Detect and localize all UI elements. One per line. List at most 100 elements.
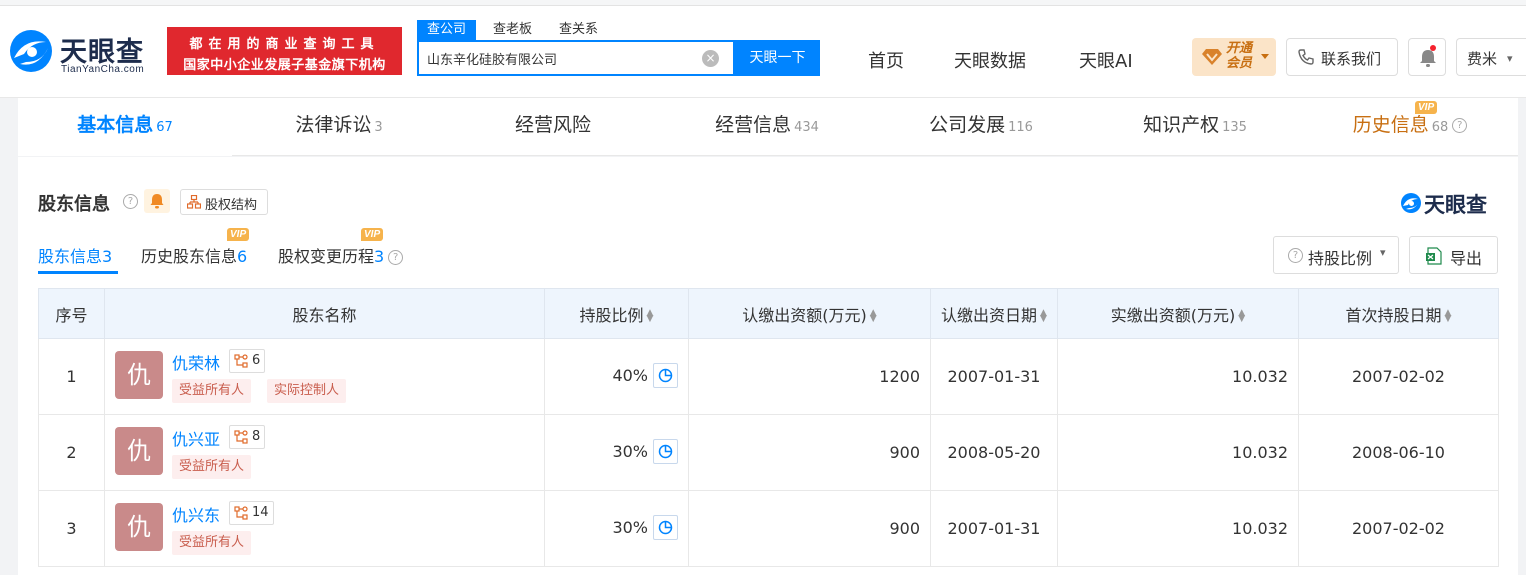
- monitor-button[interactable]: [144, 189, 170, 213]
- col-header-sub-date[interactable]: 认缴出资日期 ▲ ▼: [930, 288, 1058, 339]
- subtab-equity-changes[interactable]: 股权变更历程3?: [278, 243, 404, 267]
- section-title: 股东信息: [38, 194, 110, 215]
- search-field[interactable]: 山东辛化硅胶有限公司 ×: [417, 40, 735, 76]
- col-header-subscribed[interactable]: 认缴出资额(万元) ▲ ▼: [688, 288, 931, 339]
- subscribed-date: 2007-01-31: [930, 490, 1058, 567]
- avatar[interactable]: 仇: [115, 503, 163, 551]
- pie-chart-button[interactable]: [653, 363, 678, 388]
- clear-icon[interactable]: ×: [702, 50, 719, 67]
- holder-name-link[interactable]: 仇兴东: [172, 502, 220, 526]
- sort-icon: ▲ ▼: [869, 308, 877, 324]
- search-tab-company[interactable]: 查公司: [417, 20, 477, 40]
- holder-cell: 仇 仇兴亚 8 受益所有人: [104, 414, 545, 491]
- holder-name-link[interactable]: 仇兴亚: [172, 426, 220, 450]
- vip-button[interactable]: 开通 会员: [1192, 38, 1276, 76]
- help-icon[interactable]: ?: [388, 250, 404, 265]
- diamond-icon: [1202, 49, 1222, 65]
- help-icon: ?: [1288, 248, 1303, 263]
- holder-name-link[interactable]: 仇荣林: [172, 350, 220, 374]
- col-header-paid[interactable]: 实缴出资额(万元) ▲ ▼: [1057, 288, 1299, 339]
- nav-data[interactable]: 天眼数据: [954, 47, 1026, 73]
- tab-legal[interactable]: 法律诉讼 3: [232, 98, 446, 156]
- table-row: 3 仇 仇兴东 14 受益所有人 30% 900 2007-01-31 10.0…: [38, 490, 1499, 567]
- relation-badge[interactable]: 6: [229, 349, 266, 373]
- col-header-index: 序号: [38, 288, 105, 339]
- pie-chart-button[interactable]: [653, 515, 678, 540]
- contact-button[interactable]: 联系我们: [1286, 38, 1398, 76]
- nav-home[interactable]: 首页: [868, 47, 904, 73]
- search-input[interactable]: 山东辛化硅胶有限公司: [427, 49, 557, 68]
- subtab-shareholders[interactable]: 股东信息3: [38, 243, 112, 267]
- sort-icon: ▲ ▼: [646, 308, 654, 324]
- help-icon[interactable]: ?: [1452, 118, 1468, 133]
- pie-chart-button[interactable]: [653, 439, 678, 464]
- col-header-ratio[interactable]: 持股比例 ▲ ▼: [544, 288, 689, 339]
- avatar[interactable]: 仇: [115, 427, 163, 475]
- notification-button[interactable]: [1408, 38, 1446, 76]
- user-menu[interactable]: 费米 ▾: [1456, 38, 1526, 76]
- row-index: 2: [38, 414, 105, 491]
- vip-badge: VIP: [227, 228, 250, 241]
- pie-chart-icon: [658, 444, 673, 459]
- col-header-name: 股东名称: [104, 288, 545, 339]
- eye-logo-icon: [10, 30, 52, 72]
- first-holding-date: 2007-02-02: [1298, 338, 1499, 415]
- sort-icon: ▲ ▼: [1444, 308, 1452, 324]
- tag-beneficial-owner: 受益所有人: [172, 379, 252, 403]
- first-holding-date: 2008-06-10: [1298, 414, 1499, 491]
- relation-graph-icon: [234, 506, 248, 520]
- export-button[interactable]: 导出: [1409, 236, 1498, 274]
- table-row: 1 仇 仇荣林 6 受益所有人 实际控制人 40% 1200 2007-01-3: [38, 338, 1499, 415]
- subscribed-amount: 900: [688, 490, 931, 567]
- excel-icon: [1426, 247, 1442, 265]
- relation-badge[interactable]: 8: [229, 425, 266, 449]
- slogan-line-2: 国家中小企业发展子基金旗下机构: [183, 58, 386, 73]
- chevron-down-icon: ▾: [1380, 246, 1386, 259]
- tab-basic-info[interactable]: 基本信息 67: [18, 98, 232, 156]
- col-header-first-date[interactable]: 首次持股日期 ▲ ▼: [1298, 288, 1499, 339]
- tab-risk[interactable]: 经营风险: [446, 98, 660, 156]
- tag-beneficial-owner: 受益所有人: [172, 455, 252, 479]
- tab-ip[interactable]: 知识产权 135: [1088, 98, 1302, 156]
- slogan-line-1: 都在用的商业查询工具: [189, 37, 380, 52]
- ratio-cell: 40%: [544, 338, 689, 415]
- brand-watermark: 天眼查: [1400, 189, 1498, 217]
- row-index: 1: [38, 338, 105, 415]
- phone-icon: [1298, 49, 1314, 65]
- chevron-down-icon: [1261, 54, 1269, 59]
- search-tab-boss[interactable]: 查老板: [493, 20, 532, 40]
- tab-history[interactable]: 历史信息 68?: [1302, 98, 1518, 156]
- tag-beneficial-owner: 受益所有人: [172, 531, 252, 555]
- eye-logo-icon: [1401, 193, 1421, 213]
- pie-chart-icon: [658, 368, 673, 383]
- first-holding-date: 2007-02-02: [1298, 490, 1499, 567]
- vip-badge: VIP: [361, 228, 384, 241]
- export-label: 导出: [1450, 249, 1483, 268]
- ratio-value: 30%: [612, 518, 648, 537]
- subtab-history-shareholders[interactable]: 历史股东信息6: [141, 243, 247, 267]
- shareholder-table: 序号 股东名称 持股比例 ▲ ▼ 认缴出资额(万元) ▲ ▼ 认缴出资日期 ▲ ▼ 实缴出资…: [38, 288, 1499, 567]
- help-icon[interactable]: ?: [123, 194, 138, 209]
- ratio-value: 40%: [612, 366, 648, 385]
- subscribed-amount: 900: [688, 414, 931, 491]
- avatar[interactable]: 仇: [115, 351, 163, 399]
- ratio-cell: 30%: [544, 490, 689, 567]
- paid-amount: 10.032: [1057, 490, 1299, 567]
- tab-development[interactable]: 公司发展 116: [874, 98, 1088, 156]
- tab-operation[interactable]: 经营信息 434: [660, 98, 874, 156]
- browser-edge: [0, 0, 1526, 6]
- bell-icon: [1420, 50, 1436, 67]
- ratio-filter-button[interactable]: ? 持股比例 ▾: [1273, 236, 1399, 274]
- subscribed-date: 2008-05-20: [930, 414, 1058, 491]
- table-header-row: 序号 股东名称 持股比例 ▲ ▼ 认缴出资额(万元) ▲ ▼ 认缴出资日期 ▲ ▼ 实缴出资…: [38, 288, 1499, 339]
- relation-graph-icon: [234, 354, 248, 368]
- equity-structure-button[interactable]: 股权结构: [180, 189, 268, 215]
- site-logo[interactable]: 天眼查 TianYanCha.com: [8, 26, 158, 78]
- search-tab-relation[interactable]: 查关系: [559, 20, 598, 40]
- sort-icon: ▲ ▼: [1040, 308, 1047, 324]
- nav-ai[interactable]: 天眼AI: [1079, 47, 1133, 73]
- holder-cell: 仇 仇兴东 14 受益所有人: [104, 490, 545, 567]
- search-button[interactable]: 天眼一下: [735, 40, 820, 76]
- relation-badge[interactable]: 14: [229, 501, 274, 525]
- ratio-cell: 30%: [544, 414, 689, 491]
